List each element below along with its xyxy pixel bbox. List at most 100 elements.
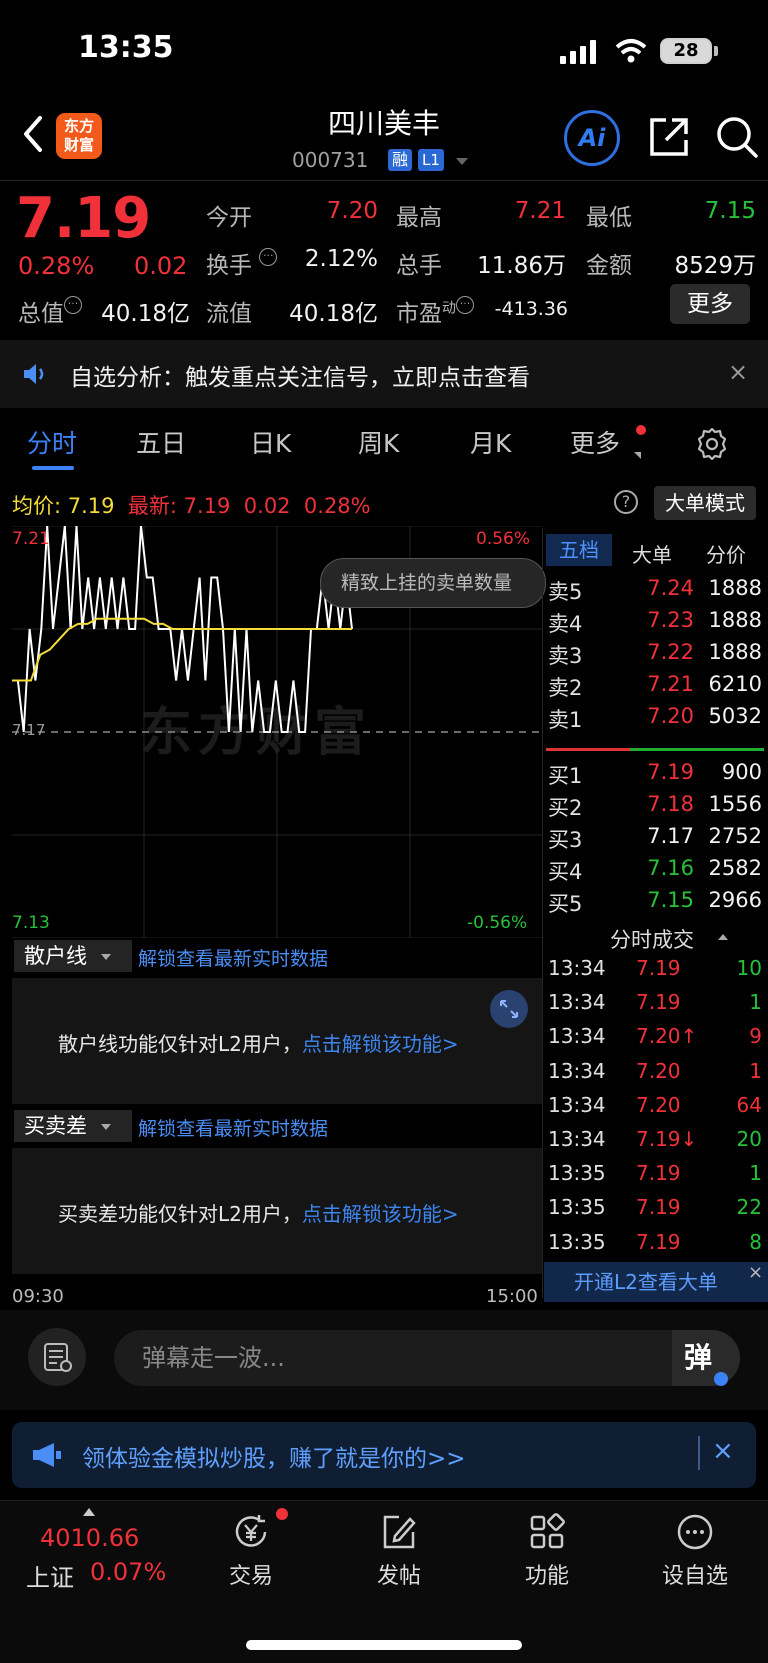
l2-upgrade-banner[interactable]: 开通L2查看大单: [544, 1262, 768, 1302]
bid-label: 买2: [548, 796, 583, 820]
indicator-name: 散户线: [24, 944, 87, 968]
open-value: 7.20: [326, 198, 378, 224]
index-value[interactable]: 4010.66: [40, 1524, 139, 1552]
trade-time: 13:34: [548, 956, 606, 980]
expand-icon[interactable]: [490, 990, 528, 1028]
more-button[interactable]: 更多: [670, 284, 750, 324]
more-dots-icon: [677, 1514, 713, 1550]
unlock-cta[interactable]: 点击解锁该功能>: [302, 1032, 459, 1056]
ask-row[interactable]: 卖3 7.22 1888: [546, 640, 764, 672]
wifi-icon: [615, 39, 647, 63]
chart-tooltip[interactable]: 精致上挂的卖单数量: [320, 558, 546, 608]
trade-time: 13:35: [548, 1195, 606, 1220]
ask-row[interactable]: 卖4 7.23 1888: [546, 608, 764, 640]
info-icon[interactable]: ···: [456, 296, 474, 314]
tab-price-breakdown[interactable]: 分价: [706, 539, 746, 568]
panel-separator: [542, 528, 543, 1298]
trade-volume: 22: [736, 1195, 762, 1220]
bid-label: 买1: [548, 764, 583, 788]
danmu-button[interactable]: 弹: [672, 1330, 740, 1386]
indicator-selector-bidask[interactable]: 买卖差: [14, 1110, 132, 1142]
signal-icon: [560, 40, 596, 64]
trade-time: 13:34: [548, 1127, 606, 1151]
danmu-input[interactable]: 弹幕走一波...: [114, 1330, 740, 1386]
promo-text[interactable]: 领体验金模拟炒股，赚了就是你的>>: [82, 1439, 466, 1473]
ask-volume: 1888: [708, 640, 762, 664]
trades-title[interactable]: 分时成交: [610, 924, 694, 954]
time-axis-start: 09:30: [12, 1286, 64, 1307]
nav-watchlist-settings[interactable]: 设自选: [640, 1512, 750, 1590]
time-axis-end: 15:00: [486, 1286, 538, 1307]
battery-icon: 28: [660, 38, 712, 64]
battery-tip: [714, 46, 718, 56]
ask-price: 7.21: [647, 672, 694, 696]
chevron-down-icon[interactable]: [456, 158, 468, 165]
nav-post[interactable]: 发帖: [344, 1512, 454, 1590]
index-name[interactable]: 上证: [26, 1558, 74, 1593]
nav-trade-label: 交易: [228, 1564, 273, 1589]
index-change-pct[interactable]: 0.07%: [90, 1558, 166, 1586]
mktcap-label: 总值 ···: [18, 294, 82, 328]
ask-bid-divider-red: [546, 748, 630, 751]
feed-icon[interactable]: [28, 1328, 86, 1386]
close-icon[interactable]: ×: [728, 358, 748, 386]
ask-bid-divider-green: [630, 748, 764, 751]
bid-price: 7.16: [647, 856, 694, 880]
ask-label: 卖1: [548, 708, 583, 732]
tab-more[interactable]: 更多: [570, 424, 620, 460]
help-icon[interactable]: ?: [614, 490, 638, 514]
tab-daily-k[interactable]: 日K: [250, 424, 291, 460]
turnover-label-text: 换手: [206, 253, 252, 279]
tab-five-levels[interactable]: 五档: [546, 534, 612, 566]
unlock-link[interactable]: 解锁查看最新实时数据: [138, 944, 328, 971]
header-divider: [0, 180, 768, 181]
pe-label-text: 市盈: [396, 301, 442, 327]
trade-row: 13:35 7.19 8: [546, 1230, 764, 1264]
trade-price: 7.19↓: [636, 1127, 698, 1151]
ask-row[interactable]: 卖5 7.24 1888: [546, 576, 764, 608]
trade-volume: 10: [736, 956, 762, 980]
bid-row[interactable]: 买1 7.19 900: [546, 760, 764, 792]
open-label: 今开: [206, 205, 252, 231]
ai-icon[interactable]: Ai: [564, 110, 620, 166]
ask-row[interactable]: 卖2 7.21 6210: [546, 672, 764, 704]
info-icon[interactable]: ···: [64, 296, 82, 314]
tab-monthly-k[interactable]: 月K: [470, 424, 511, 460]
share-icon[interactable]: [646, 114, 692, 160]
margin-tag: 融: [388, 149, 412, 171]
tab-intraday[interactable]: 分时: [27, 424, 77, 460]
chevron-up-icon[interactable]: [718, 934, 728, 940]
nav-trade[interactable]: 交易: [196, 1512, 306, 1590]
bid-label: 买5: [548, 892, 583, 916]
big-order-mode-button[interactable]: 大单模式: [654, 486, 756, 520]
tab-big-orders[interactable]: 大单: [632, 539, 672, 568]
tab-weekly-k[interactable]: 周K: [358, 424, 399, 460]
chevron-up-icon[interactable]: [83, 1508, 95, 1516]
bid-row[interactable]: 买2 7.18 1556: [546, 792, 764, 824]
bid-row[interactable]: 买3 7.17 2752: [546, 824, 764, 856]
change-percent: 0.28%: [18, 252, 95, 280]
y-tick-top-right: 0.56%: [476, 529, 531, 549]
nav-functions[interactable]: 功能: [492, 1512, 602, 1590]
tab-5day[interactable]: 五日: [136, 424, 186, 460]
trade-time: 13:34: [548, 990, 606, 1015]
close-icon[interactable]: ×: [748, 1262, 763, 1283]
trade-row: 13:34 7.19 10: [546, 956, 764, 990]
unlock-cta[interactable]: 点击解锁该功能>: [302, 1202, 459, 1226]
info-icon[interactable]: ···: [259, 248, 278, 266]
unlock-link[interactable]: 解锁查看最新实时数据: [138, 1114, 328, 1141]
more-caret-icon: [634, 452, 641, 459]
bid-price: 7.18: [647, 792, 694, 816]
ask-row[interactable]: 卖1 7.20 5032: [546, 704, 764, 736]
notice-text[interactable]: 自选分析：触发重点关注信号，立即点击查看: [70, 358, 530, 392]
indicator-selector-retail[interactable]: 散户线: [14, 940, 132, 972]
back-icon[interactable]: [18, 112, 48, 156]
low-value: 7.15: [704, 198, 756, 224]
bid-row[interactable]: 买4 7.16 2582: [546, 856, 764, 888]
notification-dot: [276, 1508, 288, 1520]
stock-code[interactable]: 000731: [292, 148, 368, 172]
gear-icon[interactable]: [694, 426, 730, 462]
search-icon[interactable]: [714, 114, 760, 160]
bid-row[interactable]: 买5 7.15 2966: [546, 888, 764, 920]
close-icon[interactable]: ×: [712, 1436, 734, 1466]
